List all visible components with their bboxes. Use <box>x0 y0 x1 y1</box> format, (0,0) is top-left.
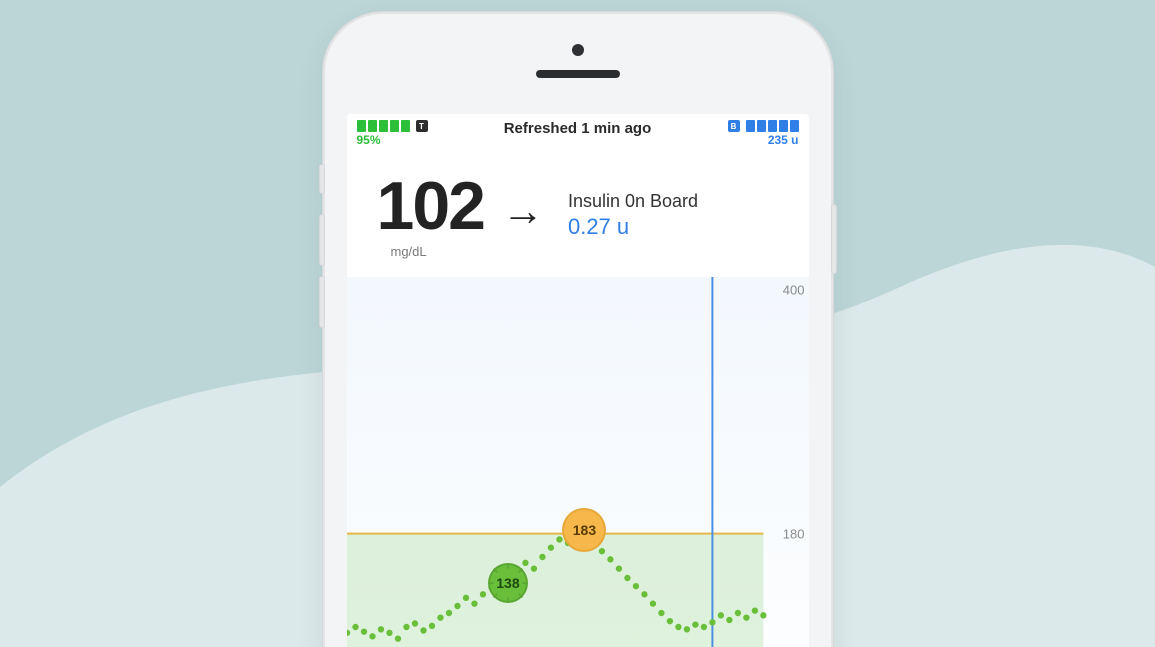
meal-callout-green[interactable]: 138 <box>490 565 526 601</box>
power-button <box>831 204 837 274</box>
app-status-bar: T 95% Refreshed 1 min ago B 235 u <box>347 114 809 158</box>
refreshed-label: Refreshed 1 min ago <box>347 120 809 137</box>
chart-svg <box>347 277 809 647</box>
current-glucose-value: 102 <box>377 172 484 240</box>
glucose-unit-label: mg/dL <box>391 244 484 259</box>
mute-switch <box>319 164 325 194</box>
y-axis-400: 400 <box>783 282 805 297</box>
trend-arrow-icon: → <box>502 187 544 245</box>
app-screen: T 95% Refreshed 1 min ago B 235 u 102 <box>347 114 809 647</box>
glucose-header[interactable]: 102 mg/dL → Insulin 0n Board 0.27 u <box>347 158 809 277</box>
iob-label: Insulin 0n Board <box>568 191 698 212</box>
phone-frame: T 95% Refreshed 1 min ago B 235 u 102 <box>323 12 833 647</box>
peak-callout-orange[interactable]: 183 <box>564 510 604 550</box>
front-camera <box>572 44 584 56</box>
volume-down-button <box>319 276 325 328</box>
phone-speaker <box>536 70 620 78</box>
glucose-chart[interactable]: 400 180 70 138 183 5.56 <box>347 277 809 647</box>
insulin-on-board-block[interactable]: Insulin 0n Board 0.27 u <box>568 191 698 240</box>
y-axis-180: 180 <box>783 526 805 541</box>
volume-up-button <box>319 214 325 266</box>
iob-value: 0.27 u <box>568 214 698 240</box>
